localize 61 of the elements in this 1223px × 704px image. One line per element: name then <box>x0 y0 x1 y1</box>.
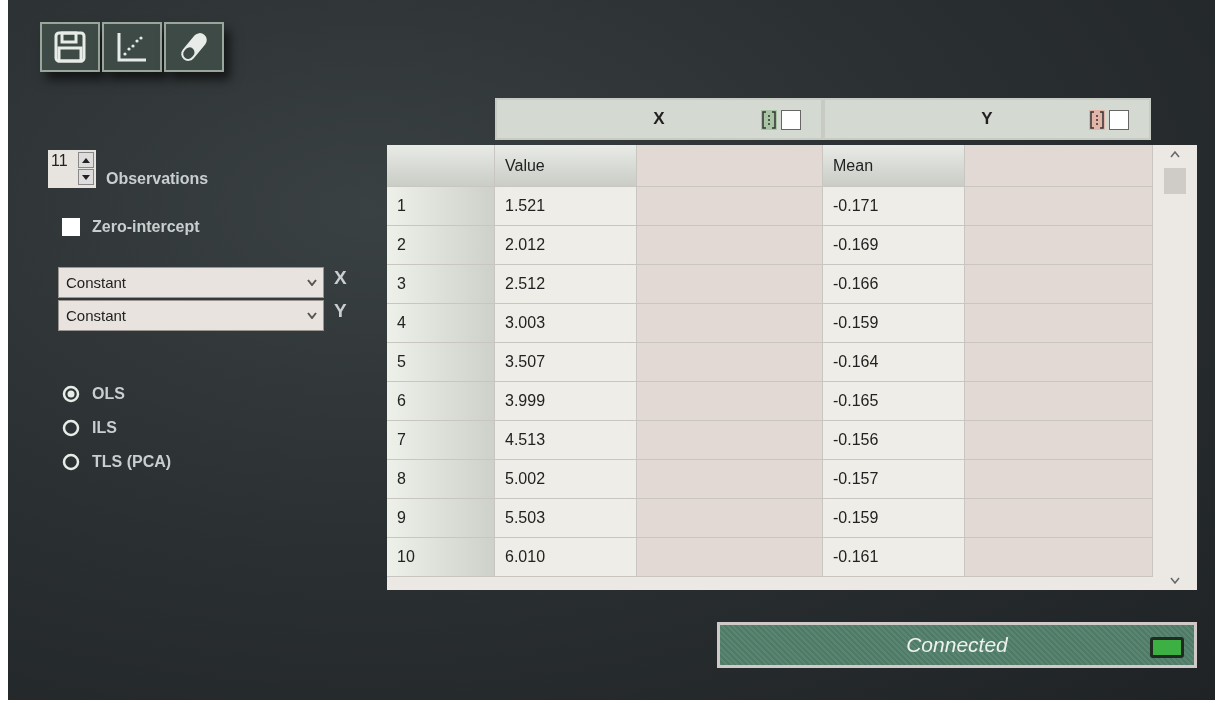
column-header: Mean <box>823 145 965 187</box>
row-header: 10 <box>387 538 495 577</box>
table-cell: -0.171 <box>823 187 965 226</box>
row-header: 6 <box>387 382 495 421</box>
row-header: 9 <box>387 499 495 538</box>
axis-label: Y <box>334 300 347 322</box>
table-cell: -0.157 <box>823 460 965 499</box>
toolbar-button[interactable] <box>40 22 100 72</box>
table-cell: 3.999 <box>495 382 637 421</box>
row-header: 2 <box>387 226 495 265</box>
radio-button[interactable] <box>62 419 80 437</box>
row-header: 7 <box>387 421 495 460</box>
axis-label: X <box>334 267 347 289</box>
chevron-down-icon <box>307 279 317 286</box>
dropdown[interactable]: Constant <box>58 267 324 298</box>
table-cell: -0.169 <box>823 226 965 265</box>
radio-button[interactable] <box>62 453 80 471</box>
bracket-icon[interactable] <box>761 110 777 130</box>
table-cell: -0.159 <box>823 304 965 343</box>
row-header: 3 <box>387 265 495 304</box>
observations-spinner[interactable]: 11 <box>48 150 96 188</box>
table-cell: -0.165 <box>823 382 965 421</box>
table-cell: -0.159 <box>823 499 965 538</box>
table-cell: -0.164 <box>823 343 965 382</box>
table-cell: 3.003 <box>495 304 637 343</box>
column-header: Value <box>495 145 637 187</box>
table-cell: -0.166 <box>823 265 965 304</box>
toolbar-button[interactable] <box>102 22 162 72</box>
table-cell: 5.503 <box>495 499 637 538</box>
checkbox[interactable] <box>781 110 801 130</box>
row-header: 5 <box>387 343 495 382</box>
row-header: 8 <box>387 460 495 499</box>
scroll-up-icon[interactable] <box>1170 151 1180 158</box>
status-text: Connected <box>906 633 1008 657</box>
radio-label: ILS <box>92 419 117 437</box>
table-cell: 5.002 <box>495 460 637 499</box>
scrollbar-thumb[interactable] <box>1164 168 1186 194</box>
table-cell: 6.010 <box>495 538 637 577</box>
table-cell: -0.161 <box>823 538 965 577</box>
radio-label: TLS (PCA) <box>92 453 172 471</box>
table-cell: 4.513 <box>495 421 637 460</box>
table-cell: 2.012 <box>495 226 637 265</box>
radio-button[interactable] <box>62 385 80 403</box>
radio-label: OLS <box>92 385 125 403</box>
observations-label: Observations <box>106 170 209 188</box>
checkbox[interactable] <box>1109 110 1129 130</box>
row-header: 4 <box>387 304 495 343</box>
scroll-down-icon[interactable] <box>1170 577 1180 584</box>
column-group-title: X <box>653 109 665 129</box>
table-cell: 1.521 <box>495 187 637 226</box>
checkbox[interactable] <box>62 218 80 236</box>
toolbar-button[interactable] <box>164 22 224 72</box>
table-cell: 2.512 <box>495 265 637 304</box>
table-cell: 3.507 <box>495 343 637 382</box>
column-group-title: Y <box>981 109 993 129</box>
dropdown[interactable]: Constant <box>58 300 324 331</box>
checkbox-label: Zero-intercept <box>92 218 200 236</box>
bracket-icon[interactable] <box>1089 110 1105 130</box>
row-header: 1 <box>387 187 495 226</box>
chevron-down-icon <box>307 312 317 319</box>
table-cell: -0.156 <box>823 421 965 460</box>
